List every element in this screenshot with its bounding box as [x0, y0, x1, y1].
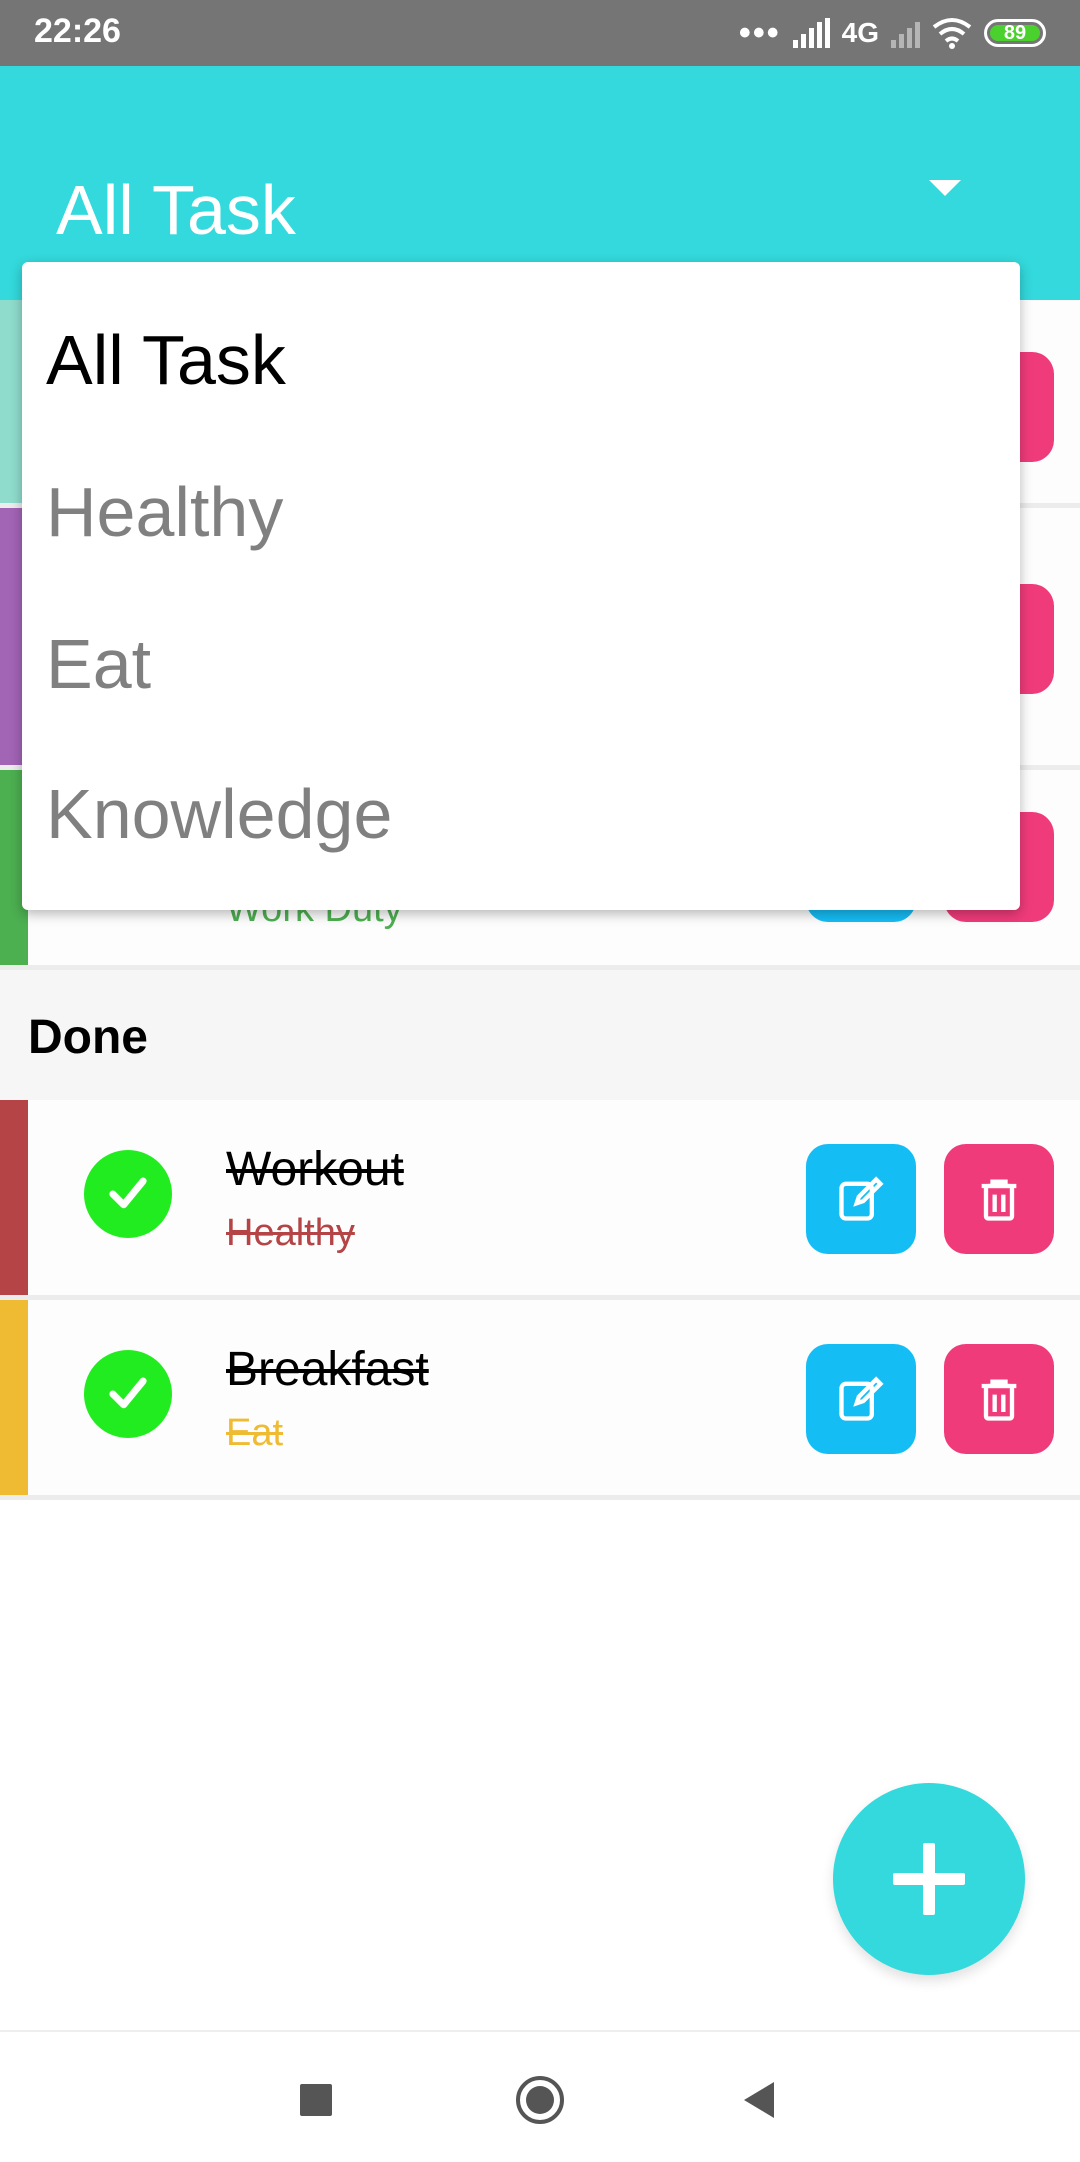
battery-icon: 89	[984, 19, 1046, 47]
done-section-header: Done	[0, 970, 1080, 1100]
edit-icon	[839, 1176, 884, 1221]
task-row[interactable]: Workout Healthy	[0, 1100, 1080, 1300]
network-type: 4G	[841, 17, 879, 48]
status-icons: ••• 4G 89	[739, 12, 1046, 54]
delete-button[interactable]	[944, 1144, 1054, 1254]
trash-icon	[981, 1179, 1017, 1221]
done-label: Done	[28, 1011, 148, 1064]
delete-button[interactable]	[944, 1344, 1054, 1454]
back-button[interactable]	[744, 2082, 774, 2118]
notification-dots-icon: •••	[738, 13, 781, 52]
task-check-toggle[interactable]	[84, 1350, 172, 1438]
edit-button[interactable]	[806, 1144, 916, 1254]
dropdown-option-eat[interactable]: Eat	[46, 624, 151, 704]
task-check-toggle[interactable]	[84, 1150, 172, 1238]
checkmark-icon	[109, 1177, 147, 1209]
task-name: Breakfast	[226, 1343, 429, 1396]
task-row[interactable]: Breakfast Eat	[0, 1300, 1080, 1500]
dropdown-option-all-task[interactable]: All Task	[46, 320, 286, 400]
system-nav-bar	[0, 2030, 1080, 2162]
dropdown-option-knowledge[interactable]: Knowledge	[46, 774, 392, 854]
dropdown-option-healthy[interactable]: Healthy	[46, 472, 283, 552]
trash-icon	[981, 1379, 1017, 1421]
edit-icon	[839, 1376, 884, 1421]
task-color-stripe	[0, 1300, 28, 1495]
edit-button[interactable]	[806, 1344, 916, 1454]
signal-icon	[792, 18, 830, 48]
task-category: Eat	[226, 1412, 284, 1454]
plus-icon	[893, 1843, 965, 1915]
battery-level: 89	[1003, 21, 1027, 44]
status-bar: 22:26 ••• 4G 89	[0, 0, 1080, 66]
category-spinner-label[interactable]: All Task	[56, 170, 296, 250]
category-dropdown-menu: All Task Healthy Eat Knowledge	[22, 262, 1020, 910]
status-time: 22:26	[34, 12, 121, 50]
dropdown-caret-icon[interactable]	[929, 180, 961, 196]
add-task-button[interactable]	[833, 1783, 1025, 1975]
task-category: Healthy	[226, 1212, 355, 1254]
task-name: Workout	[226, 1143, 404, 1196]
recents-button[interactable]	[300, 2084, 332, 2116]
home-button[interactable]	[516, 2076, 564, 2124]
wifi-icon	[932, 18, 972, 49]
task-color-stripe	[0, 1100, 28, 1295]
checkmark-icon	[109, 1377, 147, 1409]
signal-2-icon	[891, 18, 920, 48]
